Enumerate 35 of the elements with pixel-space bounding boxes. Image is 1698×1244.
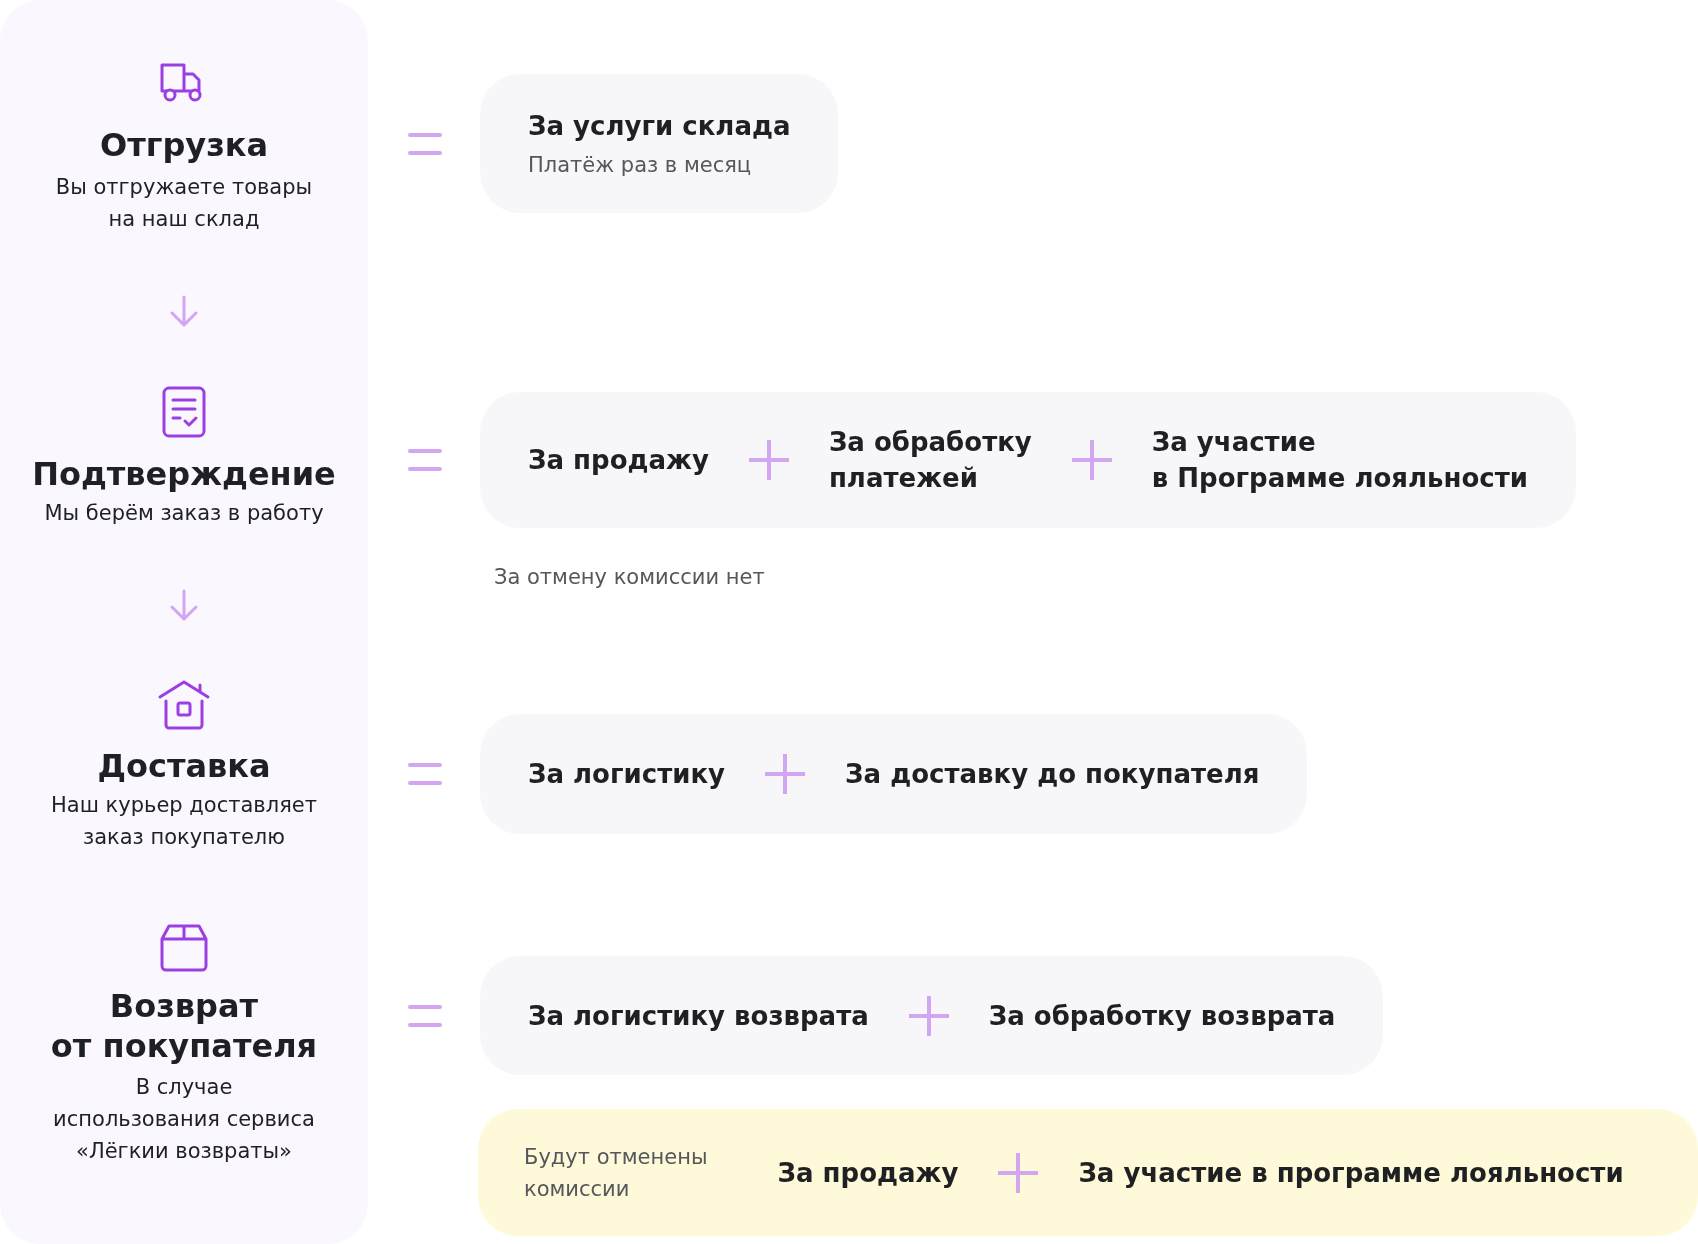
equals-icon	[408, 1004, 442, 1027]
fee-term: За логистику	[528, 758, 726, 791]
plus-icon	[1071, 440, 1112, 480]
equals-icon	[408, 763, 442, 785]
house-icon	[157, 679, 211, 731]
plus-icon	[908, 995, 949, 1036]
step-description: Наш курьер доставляет заказ покупателю	[51, 792, 317, 851]
fee-note: За отмену комиссии нет	[494, 564, 766, 591]
plus-icon	[748, 440, 789, 480]
fee-term: За участие в Программе лояльности	[1151, 426, 1529, 495]
step-title: Отгрузка	[99, 125, 269, 165]
down-arrow-icon	[169, 589, 199, 621]
box-icon	[159, 923, 209, 973]
equals-icon	[408, 132, 442, 155]
step-title: Возврат от покупателя	[50, 986, 318, 1066]
step-description: Вы отгружаете товары на наш склад	[55, 174, 313, 233]
fee-term: За продажу	[777, 1156, 959, 1190]
plus-icon	[998, 1152, 1039, 1193]
document-check-icon	[161, 385, 207, 439]
fee-subtitle: Платёж раз в месяц	[528, 151, 753, 179]
down-arrow-icon	[169, 295, 199, 327]
fee-term: За обработку возврата	[988, 999, 1336, 1033]
fee-term: За обработку платежей	[828, 426, 1032, 495]
cancelled-label: Будут отменены комиссии	[524, 1143, 708, 1203]
step-description: Мы берём заказ в работу	[44, 500, 324, 527]
step-title: Подтверждение	[32, 454, 336, 494]
fee-title: За услуги склада	[528, 109, 791, 143]
plus-icon	[765, 754, 806, 794]
fee-term: За продажу	[528, 444, 709, 477]
step-title: Доставка	[97, 746, 271, 786]
step-description: В случае использования сервиса «Лёгкии возвраты»	[53, 1074, 315, 1165]
equals-icon	[408, 449, 442, 471]
fee-term: За логистику возврата	[528, 999, 869, 1033]
fee-term: За участие в программе лояльности	[1078, 1156, 1624, 1190]
fee-term: За доставку до покупателя	[845, 758, 1260, 791]
